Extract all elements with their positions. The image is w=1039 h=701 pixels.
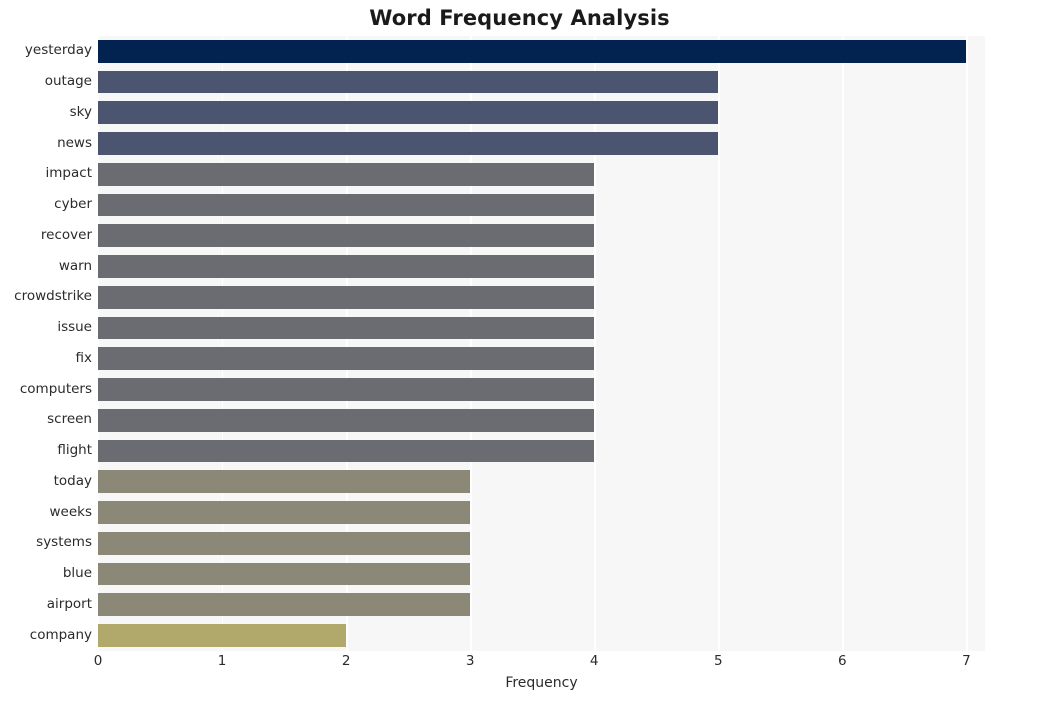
bar: [98, 624, 347, 647]
y-axis-tick-label: flight: [57, 442, 92, 459]
y-axis-tick-label: cyber: [54, 196, 92, 213]
bar: [98, 70, 719, 94]
bar: [98, 531, 471, 555]
y-axis-tick-label: airport: [46, 595, 92, 612]
x-axis-tick-label: 6: [838, 653, 847, 669]
y-axis-tick-label: blue: [62, 565, 92, 582]
bar-row: [98, 470, 985, 494]
bar: [98, 316, 595, 340]
y-axis-tick-label: systems: [36, 534, 92, 551]
y-axis-tick-label: fix: [75, 349, 93, 366]
y-axis-tick-label: screen: [47, 411, 92, 428]
x-axis-tick-labels: 0 1 2 3 4 5 6 7: [0, 653, 1039, 675]
bar-row: [98, 70, 985, 94]
y-axis-tick-labels: yesterday outage sky news impact cyber recover…: [0, 36, 92, 651]
bar: [98, 593, 471, 617]
y-axis-tick-label: news: [57, 134, 92, 151]
bar: [98, 224, 595, 248]
y-axis-tick-label: recover: [40, 226, 92, 243]
bar: [98, 408, 595, 432]
bar-row: [98, 39, 985, 63]
y-axis-tick-label: issue: [57, 319, 92, 336]
x-axis-tick-label: 1: [217, 653, 227, 669]
bar-row: [98, 378, 985, 401]
bar: [98, 439, 595, 463]
y-axis-tick-label: today: [53, 472, 92, 489]
bar: [98, 501, 471, 524]
x-axis-tick-label: 4: [589, 653, 599, 669]
word-frequency-bar-chart: Word Frequency Analysis yesterday outage s…: [0, 0, 1039, 701]
y-axis-tick-label: computers: [19, 380, 92, 397]
bar-row: [98, 162, 985, 186]
plot-area: [98, 36, 985, 651]
y-axis-tick-label: outage: [44, 73, 92, 90]
bar: [98, 39, 967, 63]
bar-row: [98, 193, 985, 217]
bar: [98, 101, 719, 125]
bar: [98, 162, 595, 186]
bar: [98, 347, 595, 371]
bar-row: [98, 562, 985, 586]
x-axis-title: Frequency: [505, 675, 578, 691]
bar-row: [98, 593, 985, 617]
y-axis-tick-label: impact: [45, 165, 92, 182]
bar-row: [98, 501, 985, 524]
bar-row: [98, 316, 985, 340]
x-axis-tick-label: 7: [962, 653, 971, 669]
bar: [98, 255, 595, 278]
bar-row: [98, 101, 985, 125]
chart-title: Word Frequency Analysis: [369, 6, 670, 30]
y-axis-tick-label: company: [29, 626, 92, 643]
bar-row: [98, 624, 985, 647]
bar-row: [98, 408, 985, 432]
bar-row: [98, 347, 985, 371]
bar: [98, 378, 595, 401]
bar-row: [98, 531, 985, 555]
bar-row: [98, 224, 985, 248]
y-axis-tick-label: crowdstrike: [14, 288, 92, 305]
x-axis-tick-label: 3: [465, 653, 475, 669]
bar: [98, 562, 471, 586]
y-axis-tick-label: weeks: [49, 503, 92, 520]
bar-row: [98, 132, 985, 155]
bar-row: [98, 439, 985, 463]
bar: [98, 132, 719, 155]
bar-row: [98, 285, 985, 309]
y-axis-tick-label: yesterday: [24, 42, 92, 59]
y-axis-tick-label: sky: [69, 103, 92, 120]
bar: [98, 285, 595, 309]
x-axis-tick-label: 2: [341, 653, 351, 669]
x-axis-tick-label: 5: [713, 653, 723, 669]
bar: [98, 470, 471, 494]
y-axis-tick-label: warn: [58, 257, 92, 274]
bar: [98, 193, 595, 217]
bar-row: [98, 255, 985, 278]
x-axis-tick-label: 0: [93, 653, 103, 669]
bar-series: [98, 36, 985, 651]
